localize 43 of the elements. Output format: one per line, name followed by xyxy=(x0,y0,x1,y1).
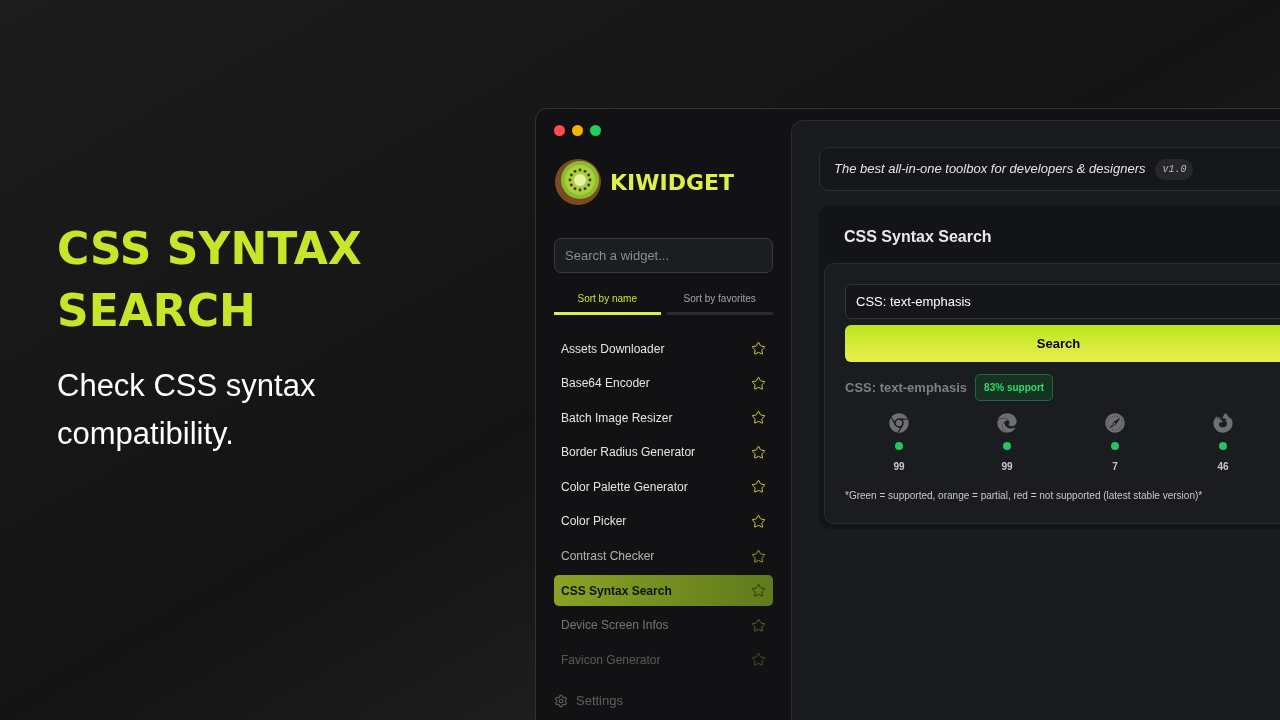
version-badge: v1.0 xyxy=(1155,158,1194,180)
star-icon[interactable] xyxy=(751,652,766,668)
sort-tab[interactable]: Sort by favorites xyxy=(666,285,773,315)
widget-list-item[interactable]: Base64 Encoder xyxy=(554,367,773,399)
brand-name: KIWIDGET xyxy=(610,168,735,197)
star-icon[interactable] xyxy=(751,479,766,495)
support-badge: 83% support xyxy=(975,374,1054,401)
query-field[interactable]: CSS: text-emphasis xyxy=(845,284,1280,319)
settings-icon[interactable] xyxy=(554,693,568,708)
kiwi-logo-icon xyxy=(554,158,602,206)
widget-list-item[interactable]: Assets Downloader xyxy=(554,333,773,364)
hero-title: CSS SYNTAX SEARCH xyxy=(57,222,363,338)
widget-list-item[interactable]: Color Palette Generator xyxy=(554,471,773,503)
star-icon[interactable] xyxy=(751,375,766,391)
hero-subtitle: Check CSS syntax compatibility. xyxy=(57,367,317,453)
tagline: The best all-in-one toolbox for developers & designers xyxy=(834,160,1146,179)
widget-list-item[interactable]: Contrast Checker xyxy=(554,540,773,572)
star-icon[interactable] xyxy=(751,617,766,633)
browser-icon xyxy=(997,413,1017,433)
browser-version: 46 xyxy=(1217,460,1229,474)
compass-icon xyxy=(1105,413,1125,433)
widget-list-item[interactable]: Border Radius Generator xyxy=(554,436,773,468)
search-button[interactable]: Search xyxy=(845,325,1280,362)
tool-title: CSS Syntax Search xyxy=(843,227,993,247)
result-name: CSS: text-emphasis xyxy=(845,378,968,397)
star-icon[interactable] xyxy=(751,410,766,426)
star-icon[interactable] xyxy=(751,444,766,460)
browser-icon xyxy=(889,413,909,433)
widget-list-item[interactable]: Device Screen Infos xyxy=(554,609,773,641)
widget-list-item[interactable]: CSS Syntax Search xyxy=(554,575,773,607)
browser-icon xyxy=(1213,413,1233,433)
widget-list-item[interactable]: Color Picker xyxy=(554,505,773,537)
star-icon[interactable] xyxy=(751,513,766,529)
widget-list-item[interactable]: Batch Image Resizer xyxy=(554,402,773,434)
browser-version: 7 xyxy=(1112,460,1118,474)
browser-version: 99 xyxy=(1001,460,1013,474)
legend-note: *Green = supported, orange = partial, red = not supported (latest stable version)* xyxy=(845,489,1204,503)
star-icon[interactable] xyxy=(751,583,766,599)
star-icon[interactable] xyxy=(751,548,766,564)
search-field[interactable]: Search a widget... xyxy=(554,238,773,273)
star-icon[interactable] xyxy=(751,341,766,356)
browser-version: 99 xyxy=(893,460,905,474)
sort-tab[interactable]: Sort by name xyxy=(554,285,661,315)
